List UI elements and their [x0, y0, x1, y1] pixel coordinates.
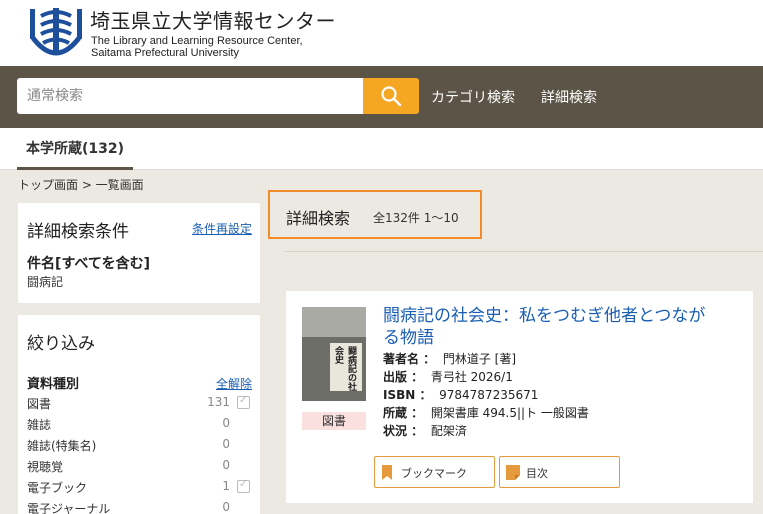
facet-item-label: 視聴覚 — [27, 460, 64, 474]
site-header: 埼玉県立大学情報センター The Library and Learning Re… — [0, 0, 763, 66]
publisher-row: 出版 ： 青弓社 2026/1 — [383, 370, 513, 384]
facet-item-book[interactable]: 図書 131 — [27, 393, 252, 413]
search-bar — [0, 66, 763, 128]
tab-holdings[interactable]: 本学所蔵(132) — [17, 128, 134, 170]
condition-field-name: 件名[すべてを含む] — [27, 256, 150, 272]
results-heading: 詳細検索 — [286, 209, 351, 228]
result-card: 闘病記の社会史 図書 闘病記の社会史：私をつむぎ他者とつながる物語 著者名 ： … — [286, 291, 753, 503]
search-button[interactable] — [363, 78, 419, 114]
search-conditions-title: 詳細検索条件 — [27, 222, 129, 242]
org-name-jp: 埼玉県立大学情報センター — [90, 9, 336, 33]
publisher-value: 青弓社 2026/1 — [430, 370, 513, 384]
bookmark-icon — [382, 465, 392, 480]
breadcrumb[interactable]: トップ画面 > 一覧画面 — [18, 176, 144, 193]
book-title-link[interactable]: 闘病記の社会史：私をつむぎ他者とつながる物語 — [383, 305, 713, 349]
bookmark-button[interactable]: ブックマーク — [374, 456, 495, 488]
facet-item-journal-feature[interactable]: 雑誌(特集名) 0 — [27, 435, 252, 455]
facet-item-ejournal[interactable]: 電子ジャーナル 0 — [27, 498, 252, 514]
material-type-badge: 図書 — [302, 412, 366, 430]
facet-checkbox[interactable] — [237, 479, 250, 493]
search-icon — [381, 86, 402, 107]
facet-item-journal[interactable]: 雑誌 0 — [27, 414, 252, 434]
facet-item-count: 0 — [222, 416, 230, 430]
facet-item-label: 雑誌(特集名) — [27, 439, 97, 453]
university-logo-icon[interactable] — [29, 6, 83, 60]
org-name-en-line1: The Library and Learning Resource Center… — [91, 35, 303, 47]
facet-title: 資料種別 — [27, 377, 80, 392]
facet-item-count: 131 — [207, 395, 230, 409]
reset-conditions-link[interactable]: 条件再設定 — [192, 220, 252, 237]
clear-all-link[interactable]: 全解除 — [216, 375, 252, 392]
holding-row: 所蔵 ： 開架書庫 494.5||ト 一般図書 — [383, 406, 589, 420]
author-row: 著者名 ： 門林道子 [著] — [383, 352, 517, 366]
table-of-contents-button[interactable]: 目次 — [499, 456, 620, 488]
facet-item-label: 雑誌 — [27, 418, 52, 432]
condition-field-value: 闘病記 — [27, 275, 64, 289]
facet-item-count: 0 — [222, 437, 230, 451]
facet-checkbox[interactable] — [237, 395, 250, 409]
refine-panel: 絞り込み 資料種別 全解除 図書 131 雑誌 0 雑誌(特集名) 0 視聴覚 … — [18, 315, 260, 514]
category-search-link[interactable]: カテゴリ検索 — [431, 87, 515, 107]
book-cover[interactable]: 闘病記の社会史 — [302, 307, 366, 401]
results-header: 詳細検索 全132件 1〜10 — [268, 190, 482, 239]
facet-item-count: 1 — [222, 479, 230, 493]
advanced-search-link[interactable]: 詳細検索 — [541, 87, 597, 107]
facet-item-audiovisual[interactable]: 視聴覚 0 — [27, 456, 252, 476]
results-count: 全132件 1〜10 — [373, 211, 459, 225]
tab-bar: 本学所蔵(132) — [0, 128, 763, 170]
facet-item-count: 0 — [222, 458, 230, 472]
holding-value: 開架書庫 494.5||ト 一般図書 — [430, 406, 589, 420]
results-divider — [285, 251, 763, 252]
refine-title: 絞り込み — [27, 334, 95, 354]
status-value: 配架済 — [430, 424, 467, 438]
isbn-row: ISBN ： 9784787235671 — [383, 388, 539, 402]
status-row: 状況 ： 配架済 — [383, 424, 467, 438]
facet-item-count: 0 — [222, 500, 230, 514]
facet-item-ebook[interactable]: 電子ブック 1 — [27, 477, 252, 497]
search-input[interactable] — [17, 78, 363, 114]
facet-item-label: 図書 — [27, 397, 52, 411]
cover-title: 闘病記の社会史 — [333, 346, 356, 391]
isbn-value: 9784787235671 — [439, 388, 539, 402]
search-conditions-panel: 詳細検索条件 条件再設定 件名[すべてを含む] 闘病記 — [18, 203, 260, 303]
facet-item-label: 電子ブック — [27, 481, 88, 495]
org-name-en-line2: Saitama Prefectural University — [91, 47, 239, 59]
author-value: 門林道子 [著] — [442, 352, 517, 366]
document-icon — [506, 465, 520, 480]
facet-item-label: 電子ジャーナル — [27, 502, 111, 514]
